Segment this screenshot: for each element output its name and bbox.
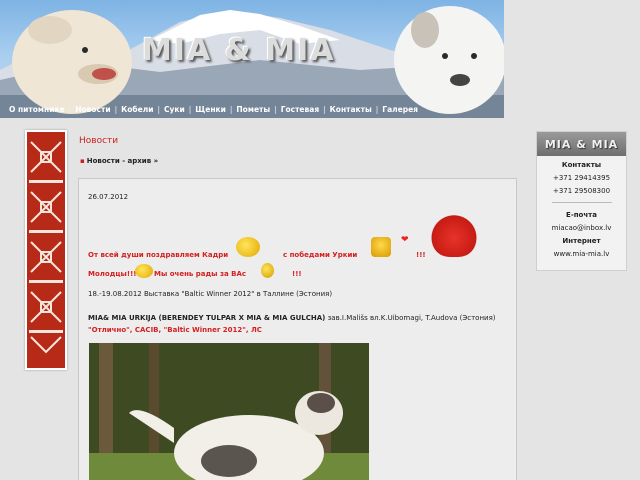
sidebar-logo: MIA & MIA (537, 132, 626, 156)
nav-item-puppies[interactable]: Щенки (195, 105, 226, 114)
news-box: 26.07.2012 От всей души поздравляем Кадр… (78, 178, 517, 480)
news-date: 26.07.2012 (88, 193, 129, 201)
greeting-text-4: Молодцы!!! (88, 270, 137, 278)
sidebar-divider (551, 202, 612, 203)
site-title: MIA & MIA (142, 33, 336, 68)
nav-item-guestbook[interactable]: Гостевая (281, 105, 319, 114)
contacts-sidebar: MIA & MIA Контакты +371 29414395 +371 29… (536, 131, 627, 271)
greeting-text-1: От всей души поздравляем Кадри (88, 251, 229, 259)
show-result: "Отлично", CACIB, "Baltic Winner 2012", … (88, 326, 262, 334)
nav-item-males[interactable]: Кобели (121, 105, 153, 114)
dog-owner: зав.I.Mališs вл.K.Uibomagi, T.Audova (Эс… (325, 314, 496, 322)
event-text: 18.-19.08.2012 Выставка "Baltic Winner 2… (88, 290, 333, 298)
nav-item-females[interactable]: Суки (164, 105, 185, 114)
news-archive-link[interactable]: ▪ Новости - архив » (80, 157, 158, 165)
nav-item-news[interactable]: Новости (75, 105, 110, 114)
dog-entry: MIA& MIA URKIJA (BERENDEY TULPAR X MIA &… (88, 314, 496, 322)
contacts-label: Контакты (561, 161, 602, 169)
nav-item-litters[interactable]: Пометы (236, 105, 270, 114)
nav-item-about[interactable]: О питомнике (9, 105, 65, 114)
email-link[interactable]: miacao@inbox.lv (537, 222, 626, 235)
page-title: Новости (79, 136, 119, 146)
clapping-emoticon-icon (236, 237, 260, 257)
internet-label: Интернет (562, 237, 601, 245)
greeting-text-5: Мы очень рады за ВАс (154, 270, 247, 278)
nav-item-contacts[interactable]: Контакты (330, 105, 372, 114)
website-link[interactable]: www.mia-mia.lv (537, 248, 626, 261)
heart-with-flowers-emoticon-icon (431, 209, 477, 257)
bullet-icon: ▪ (80, 157, 85, 165)
phone-2: +371 29508300 (552, 187, 611, 195)
dog-name: MIA& MIA URKIJA (BERENDEY TULPAR X MIA &… (88, 314, 326, 322)
heart-icon: ❤ (401, 235, 409, 245)
medal-emoticon-icon (261, 263, 274, 278)
email-label: E-почта (566, 211, 597, 219)
dog-photo (89, 343, 369, 480)
news-archive-label: Новости - архив » (86, 157, 159, 165)
ornament-pattern-icon (29, 141, 63, 354)
main-nav: О питомнике | Новости | Кобели | Суки | Щенк… (9, 105, 418, 114)
greeting-text-3: !!! (416, 251, 426, 259)
nav-item-gallery[interactable]: Галерея (382, 105, 418, 114)
greeting-text-6: !!! (292, 270, 302, 278)
phone-1: +371 29414395 (552, 174, 611, 182)
greeting-text-2: с победами Уркии (283, 251, 358, 259)
happy-emoticon-icon (135, 264, 153, 278)
trophy-emoticon-icon (371, 237, 391, 257)
decorative-ornament (25, 130, 67, 370)
header-banner: MIA & MIA О питомнике | Новости | Кобели | … (0, 0, 504, 118)
